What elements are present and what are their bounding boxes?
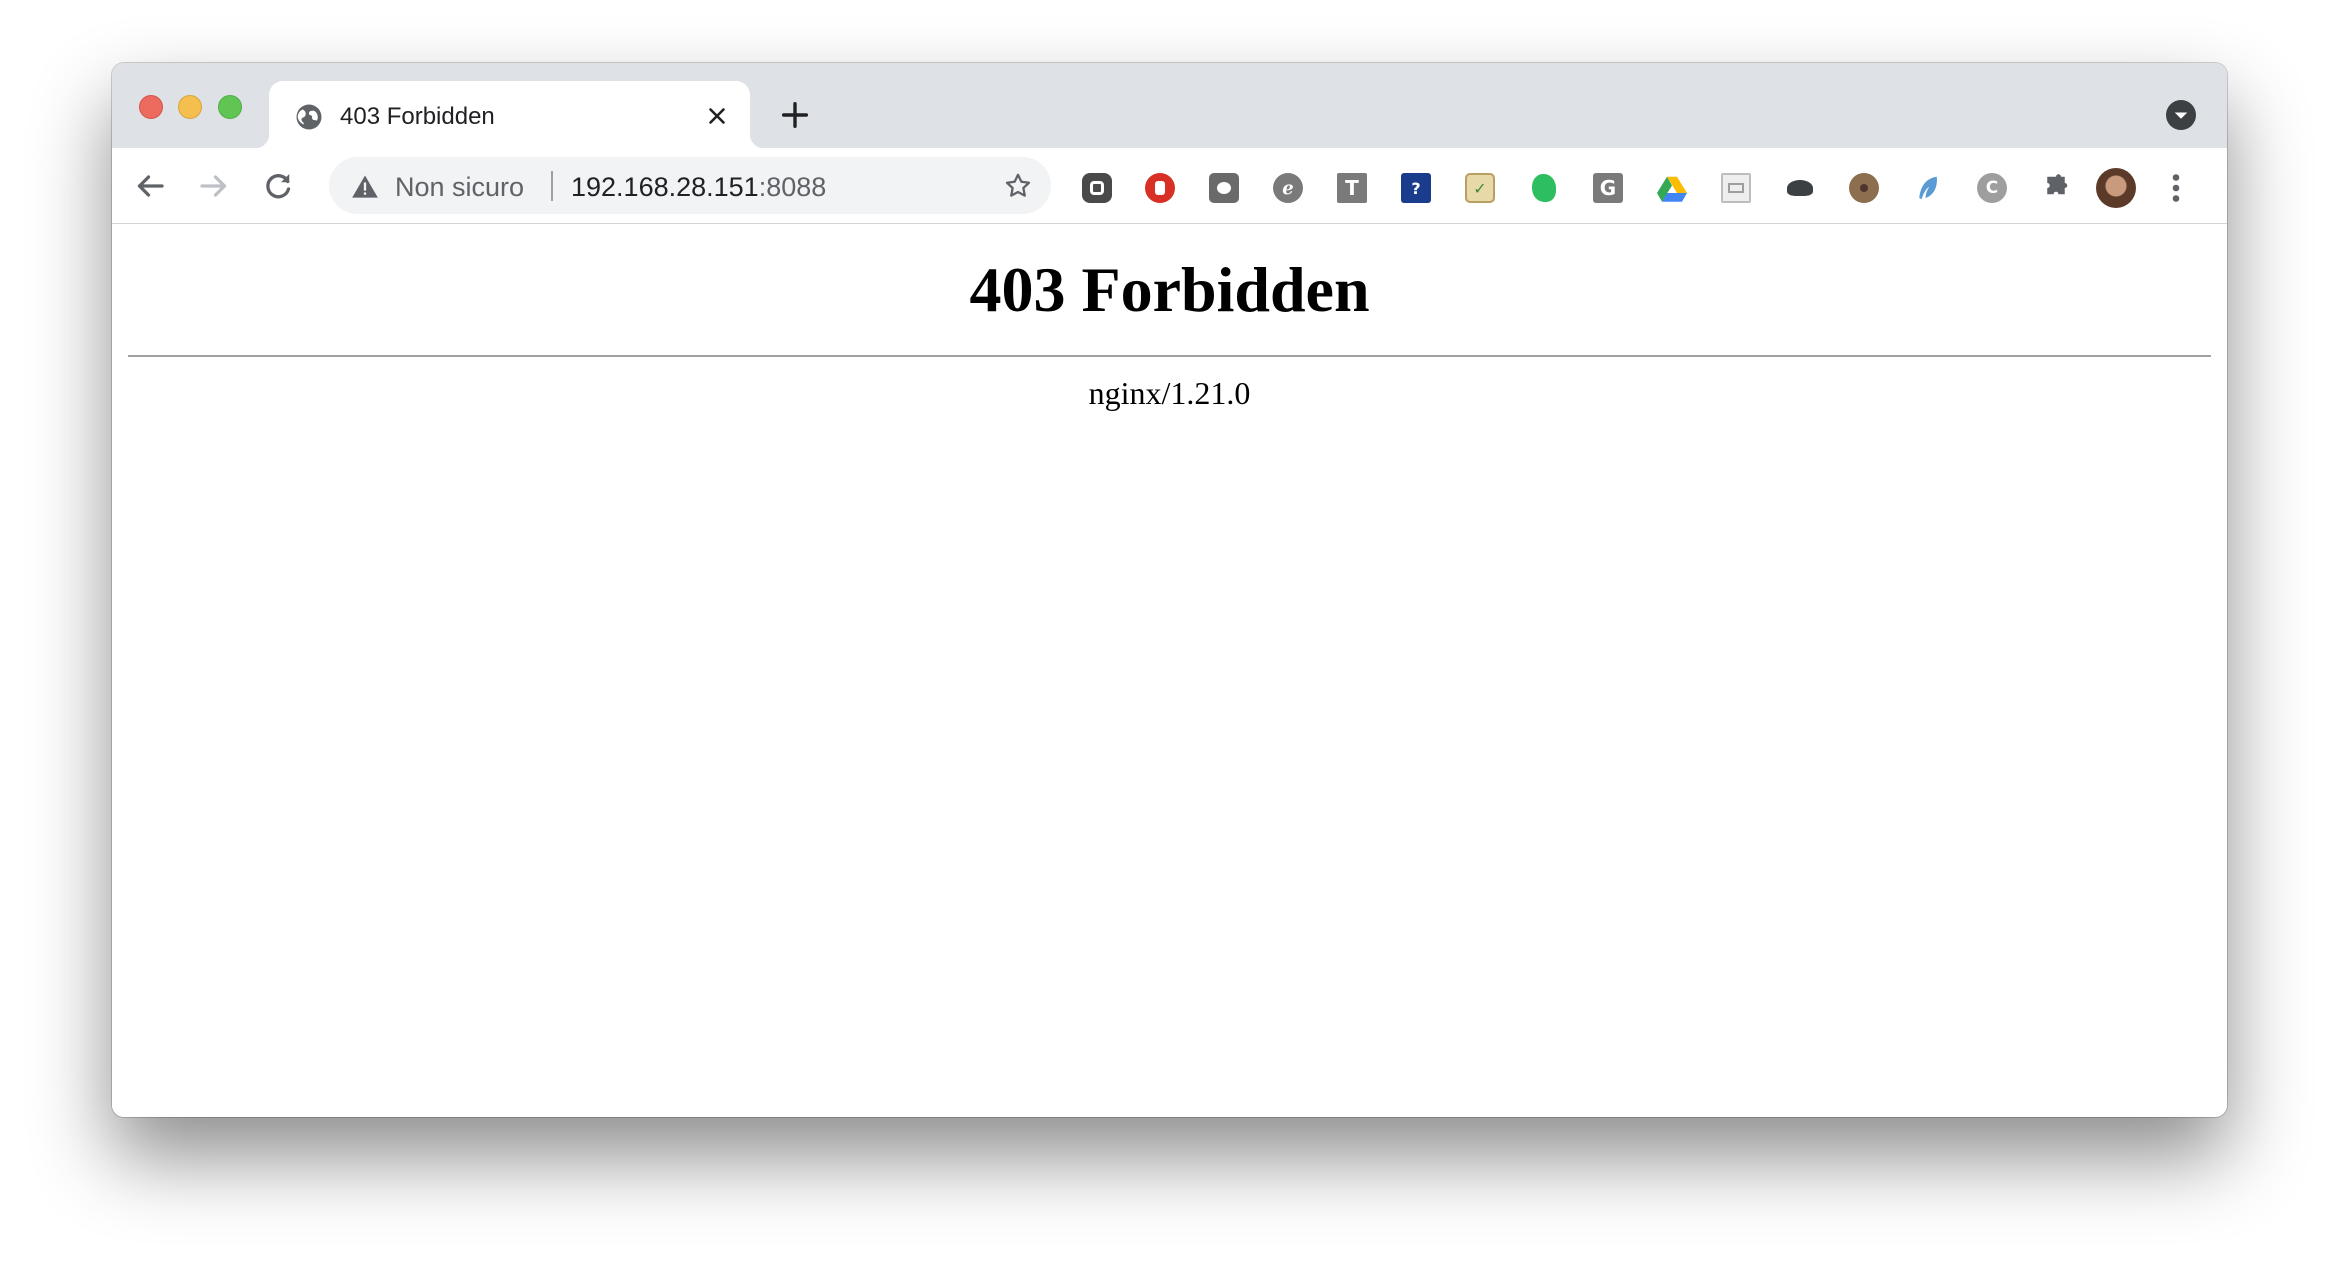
adblock-icon[interactable] bbox=[1145, 173, 1175, 203]
extensions-puzzle-icon[interactable] bbox=[2041, 173, 2071, 203]
extension-question-icon[interactable]: ? bbox=[1401, 173, 1431, 203]
extension-3-icon[interactable] bbox=[1209, 173, 1239, 203]
extension-feather-icon[interactable] bbox=[1913, 173, 1943, 203]
clipboard-icon[interactable]: ✓ bbox=[1465, 173, 1495, 203]
url-text[interactable]: 192.168.28.151:8088 bbox=[571, 172, 826, 203]
address-bar[interactable]: Non sicuro 192.168.28.151:8088 bbox=[329, 157, 1051, 214]
page-content: 403 Forbidden nginx/1.21.0 bbox=[112, 225, 2227, 1117]
close-tab-icon[interactable] bbox=[704, 103, 730, 129]
url-host: 192.168.28.151 bbox=[571, 172, 759, 202]
profile-avatar[interactable] bbox=[2096, 168, 2136, 208]
reload-button[interactable] bbox=[260, 168, 296, 204]
chevron-down-icon bbox=[2174, 112, 2188, 119]
globe-icon bbox=[296, 104, 322, 130]
warning-icon[interactable] bbox=[351, 173, 379, 199]
url-port: :8088 bbox=[758, 172, 827, 202]
back-button[interactable] bbox=[132, 168, 168, 204]
page-heading: 403 Forbidden bbox=[969, 254, 1370, 325]
tab-title: 403 Forbidden bbox=[340, 103, 495, 130]
zoom-window-button[interactable] bbox=[218, 95, 242, 119]
security-status-label[interactable]: Non sicuro bbox=[395, 172, 524, 203]
tab-strip: 403 Forbidden bbox=[112, 63, 2227, 148]
tab-active[interactable]: 403 Forbidden bbox=[255, 81, 764, 148]
new-tab-button[interactable] bbox=[778, 98, 812, 132]
bookmark-star-icon[interactable] bbox=[1003, 171, 1033, 201]
extension-g-icon[interactable]: G bbox=[1593, 173, 1623, 203]
omnibox-divider bbox=[551, 171, 553, 201]
close-window-button[interactable] bbox=[139, 95, 163, 119]
forward-button[interactable] bbox=[196, 168, 232, 204]
extension-cookie-icon[interactable] bbox=[1849, 173, 1879, 203]
horizontal-rule bbox=[128, 355, 2211, 357]
extension-c-icon[interactable]: C bbox=[1977, 173, 2007, 203]
server-signature: nginx/1.21.0 bbox=[1088, 375, 1251, 411]
extension-1-icon[interactable] bbox=[1082, 173, 1112, 203]
browser-window: 403 Forbidden Non sicuro 192.168.28.151:… bbox=[112, 63, 2227, 1117]
extension-turtle-icon[interactable] bbox=[1785, 173, 1815, 203]
google-drive-icon[interactable] bbox=[1657, 173, 1687, 203]
tab-search-button[interactable] bbox=[2166, 100, 2196, 130]
extension-t-icon[interactable]: T bbox=[1337, 173, 1367, 203]
more-menu-icon[interactable] bbox=[2170, 170, 2182, 206]
extension-4-icon[interactable]: ℯ bbox=[1273, 173, 1303, 203]
toolbar: Non sicuro 192.168.28.151:8088 ℯ T ? ✓ G… bbox=[112, 148, 2227, 224]
evernote-icon[interactable] bbox=[1529, 173, 1559, 203]
extension-image-icon[interactable] bbox=[1721, 173, 1751, 203]
minimize-window-button[interactable] bbox=[178, 95, 202, 119]
